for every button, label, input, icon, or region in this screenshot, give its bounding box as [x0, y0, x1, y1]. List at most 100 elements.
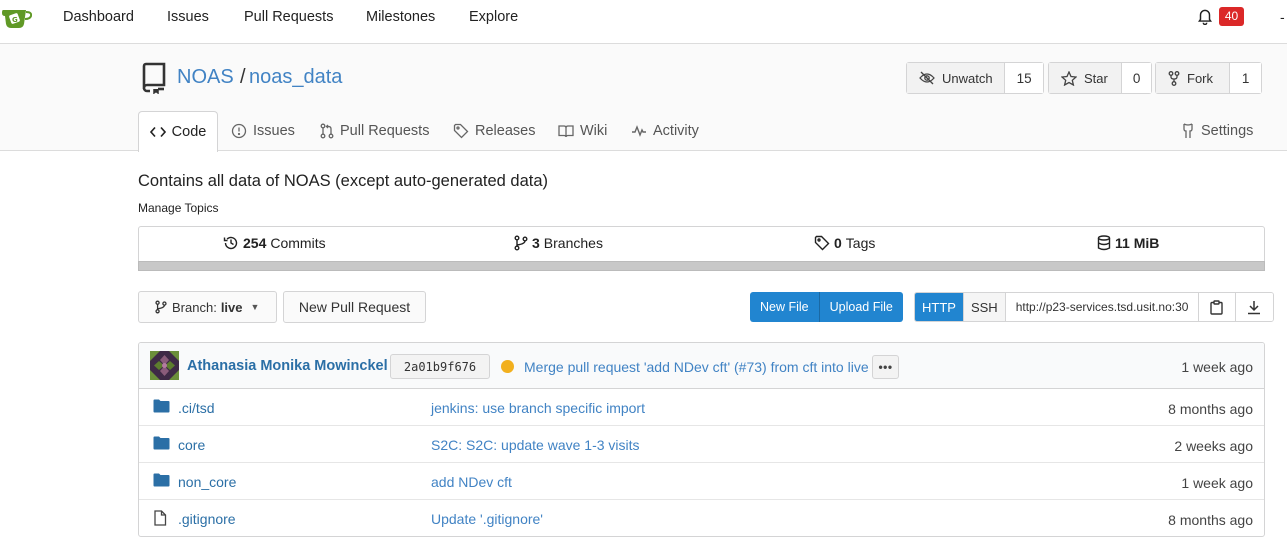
commit-ellipsis-button[interactable]: ••• [872, 355, 899, 379]
upload-file-button[interactable]: Upload File [818, 292, 903, 322]
file-name-link[interactable]: .ci/tsd [178, 400, 215, 416]
repo-book-icon [140, 62, 168, 95]
nav-issues[interactable]: Issues [167, 9, 209, 25]
top-navbar: G Dashboard Issues Pull Requests Milesto… [0, 0, 1287, 44]
folder-icon [153, 436, 170, 453]
commit-message-link[interactable]: Merge pull request 'add NDev cft' (#73) … [524, 359, 869, 375]
clone-panel: HTTP SSH [914, 292, 1274, 322]
repo-size: 11 MiB [1115, 235, 1160, 251]
file-actions-group: New File Upload File [750, 292, 903, 322]
branch-dropdown[interactable]: Branch: live ▼ [138, 291, 277, 323]
eye-slash-icon [919, 71, 935, 85]
stars-count[interactable]: 0 [1122, 63, 1151, 93]
tab-code[interactable]: Code [138, 111, 218, 152]
new-pull-request-button[interactable]: New Pull Request [283, 291, 426, 323]
unwatch-label: Unwatch [942, 70, 993, 86]
git-branch-icon [155, 300, 167, 314]
tools-icon [1183, 123, 1193, 138]
current-branch: live [220, 299, 243, 315]
avatar[interactable] [150, 351, 179, 380]
commit-sha-button[interactable]: 2a01b9f676 [390, 354, 490, 379]
tags-count: 0 [834, 235, 842, 251]
clone-url-input[interactable] [1005, 293, 1199, 321]
file-commit-message-link[interactable]: add NDev cft [431, 474, 512, 490]
manage-topics-link[interactable]: Manage Topics [138, 201, 219, 215]
file-name-link[interactable]: .gitignore [178, 511, 236, 527]
tab-wiki[interactable]: Wiki [558, 111, 607, 151]
fork-icon [1168, 70, 1180, 86]
notifications-bell-icon[interactable] [1196, 7, 1214, 26]
file-icon [153, 510, 167, 529]
file-commit-time: 2 weeks ago [1174, 438, 1253, 454]
git-branch-icon [514, 235, 528, 251]
star-button[interactable]: Star [1049, 63, 1123, 93]
branches-count: 3 [532, 235, 540, 251]
fork-button-group: Fork 1 [1155, 62, 1262, 94]
clone-ssh-button[interactable]: SSH [962, 293, 1006, 321]
user-menu-dropdown[interactable]: - [1280, 9, 1285, 25]
fork-button[interactable]: Fork [1156, 63, 1231, 93]
pulse-icon [632, 125, 646, 137]
file-commit-time: 8 months ago [1168, 401, 1253, 417]
fork-label: Fork [1187, 70, 1213, 86]
star-label: Star [1084, 70, 1108, 86]
size-stat: 11 MiB [1097, 235, 1163, 251]
tab-pull-requests[interactable]: Pull Requests [320, 111, 429, 151]
file-commit-time: 1 week ago [1181, 475, 1253, 491]
book-icon [558, 125, 574, 138]
new-file-button[interactable]: New File [750, 292, 819, 322]
watch-button-group: Unwatch 15 [906, 62, 1044, 94]
tab-releases[interactable]: Releases [453, 111, 535, 151]
file-commit-message-link[interactable]: jenkins: use branch specific import [431, 400, 645, 416]
commit-time: 1 week ago [1181, 359, 1253, 375]
file-name-link[interactable]: core [178, 437, 205, 453]
folder-icon [153, 473, 170, 490]
watchers-count[interactable]: 15 [1005, 63, 1043, 93]
repo-name-link[interactable]: noas_data [249, 66, 342, 89]
latest-commit-row: Athanasia Monika Mowinckel 2a01b9f676 Me… [139, 343, 1264, 389]
nav-explore[interactable]: Explore [469, 9, 518, 25]
nav-dashboard[interactable]: Dashboard [63, 9, 134, 25]
star-button-group: Star 0 [1048, 62, 1152, 94]
nav-pull-requests[interactable]: Pull Requests [244, 9, 333, 25]
issue-opened-icon [231, 123, 247, 139]
download-button[interactable] [1235, 293, 1273, 321]
copy-url-button[interactable] [1198, 293, 1236, 321]
clone-http-button[interactable]: HTTP [915, 293, 963, 321]
commits-stat[interactable]: 254 Commits [223, 235, 326, 251]
commits-label: Commits [270, 235, 326, 251]
table-row: .ci/tsd jenkins: use branch specific imp… [139, 389, 1264, 426]
tags-stat[interactable]: 0 Tags [814, 235, 875, 251]
gitea-logo-icon[interactable]: G [2, 6, 33, 30]
branches-stat[interactable]: 3 Branches [514, 235, 603, 251]
tab-issues-label: Issues [253, 123, 295, 139]
commit-author-link[interactable]: Athanasia Monika Mowinckel [187, 358, 388, 374]
branch-prefix: Branch: [172, 299, 217, 315]
language-stats-bar [138, 261, 1265, 271]
tab-wiki-label: Wiki [580, 123, 608, 139]
file-commit-message-link[interactable]: Update '.gitignore' [431, 511, 543, 527]
commit-status-pending-icon[interactable] [501, 360, 514, 373]
table-row: core S2C: S2C: update wave 1-3 visits 2 … [139, 426, 1264, 463]
repo-owner-link[interactable]: NOAS [177, 66, 234, 89]
code-icon [149, 126, 166, 138]
table-row: non_core add NDev cft 1 week ago [139, 463, 1264, 500]
tab-settings[interactable]: Settings [1181, 111, 1253, 151]
download-icon [1248, 300, 1261, 314]
clipboard-icon [1210, 299, 1223, 315]
star-icon [1061, 70, 1077, 86]
tab-activity[interactable]: Activity [631, 111, 699, 151]
repo-description: Contains all data of NOAS (except auto-g… [138, 172, 548, 190]
tab-releases-label: Releases [475, 123, 536, 139]
file-commit-message-link[interactable]: S2C: S2C: update wave 1-3 visits [431, 437, 640, 453]
notification-count-badge[interactable]: 40 [1219, 7, 1244, 26]
caret-down-icon: ▼ [250, 302, 260, 312]
tab-settings-label: Settings [1201, 123, 1254, 139]
unwatch-button[interactable]: Unwatch [907, 63, 1006, 93]
tab-issues[interactable]: Issues [231, 111, 295, 151]
pull-request-icon [320, 123, 334, 139]
forks-count[interactable]: 1 [1230, 63, 1261, 93]
file-name-link[interactable]: non_core [178, 474, 236, 490]
folder-icon [153, 399, 170, 416]
nav-milestones[interactable]: Milestones [366, 9, 435, 25]
